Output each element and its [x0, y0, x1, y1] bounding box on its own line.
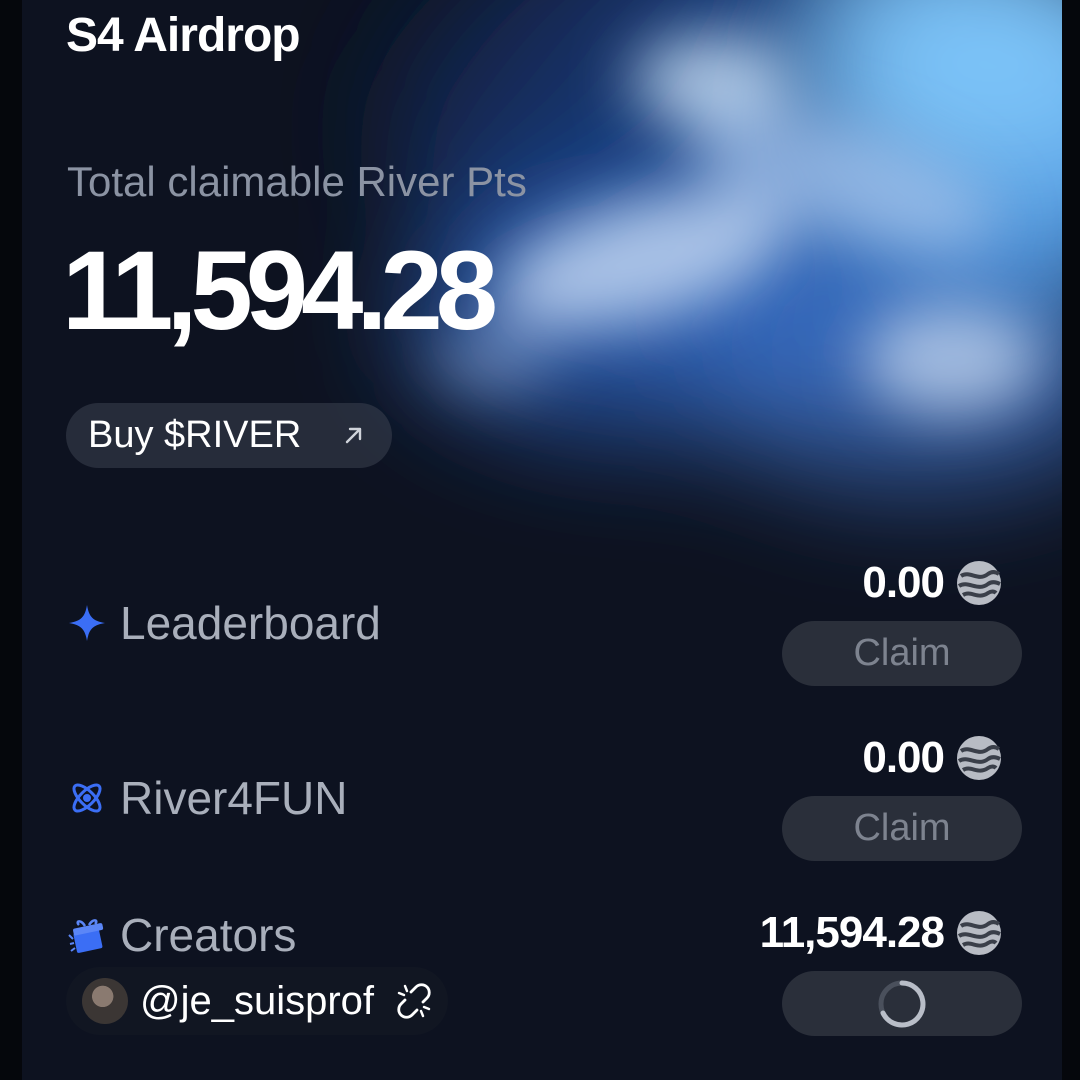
buy-river-button[interactable]: Buy $RIVER	[66, 403, 392, 468]
river4fun-amount-value: 0.00	[862, 733, 945, 782]
river-coin-icon	[957, 736, 1001, 780]
creator-account-chip[interactable]: @je_suisprof	[66, 967, 449, 1035]
airdrop-panel: S4 Airdrop Total claimable River Pts 11,…	[22, 0, 1062, 1080]
river4fun-label: River4FUN	[120, 772, 348, 824]
creators-amount: 11,594.28	[760, 908, 1002, 958]
leaderboard-row-label: Leaderboard	[66, 596, 381, 650]
page-title: S4 Airdrop	[66, 9, 301, 62]
total-label: Total claimable River Pts	[67, 158, 527, 205]
leaderboard-amount-value: 0.00	[862, 558, 945, 607]
leaderboard-claim-button[interactable]: Claim	[782, 621, 1022, 686]
creators-claim-button[interactable]	[782, 971, 1022, 1036]
total-points: 11,594.28	[62, 228, 498, 353]
arrow-up-right-icon	[345, 427, 362, 444]
river4fun-claim-button[interactable]: Claim	[782, 796, 1022, 861]
buy-river-label: Buy $RIVER	[88, 414, 302, 456]
left-edge	[0, 0, 22, 1080]
river4fun-amount: 0.00	[862, 733, 1002, 783]
right-edge	[1062, 0, 1080, 1080]
loading-spinner-icon	[878, 980, 926, 1027]
sparkle-icon	[66, 602, 108, 644]
leaderboard-amount: 0.00	[862, 558, 1002, 608]
creators-amount-value: 11,594.28	[759, 908, 945, 957]
creator-handle: @je_suisprof	[140, 978, 375, 1023]
avatar	[82, 978, 128, 1024]
leaderboard-label: Leaderboard	[120, 597, 381, 649]
gift-icon	[66, 914, 108, 956]
river-coin-icon	[957, 911, 1001, 955]
unlink-icon[interactable]	[396, 983, 432, 1019]
creators-label: Creators	[120, 909, 297, 961]
river4fun-row-label: River4FUN	[66, 771, 347, 825]
creators-row-label: Creators	[66, 908, 296, 962]
river-coin-icon	[957, 561, 1001, 605]
atom-icon	[66, 777, 108, 819]
